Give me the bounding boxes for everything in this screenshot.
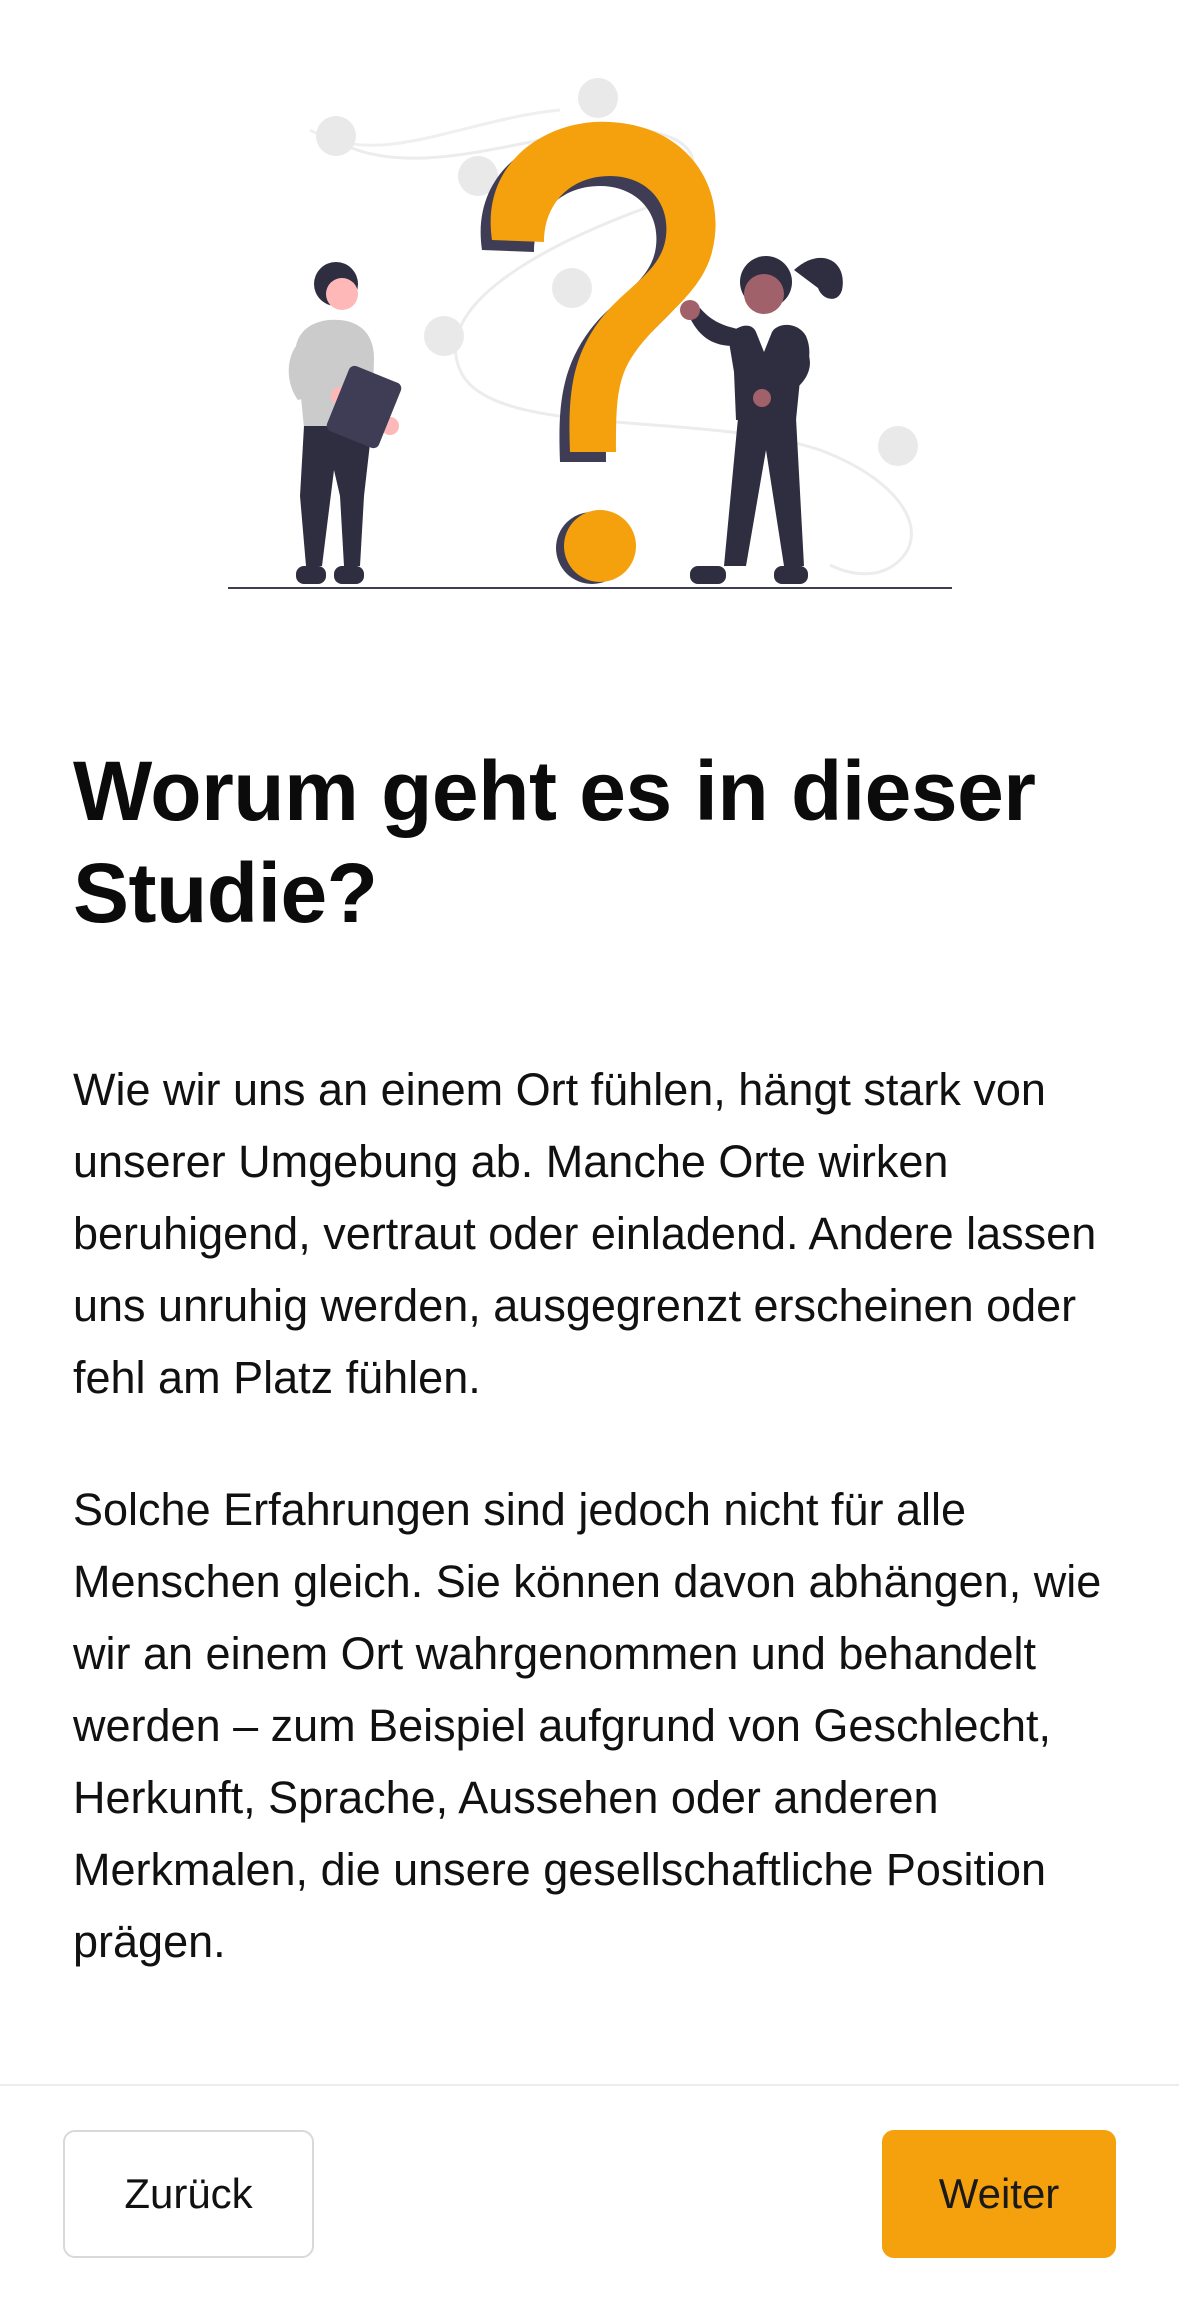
main-content: Worum geht es in dieser Studie? Wie wir … — [73, 740, 1113, 1978]
back-button[interactable]: Zurück — [63, 2130, 314, 2258]
person-right — [680, 256, 843, 584]
detail-paragraph: Solche Erfahrungen sind jedoch nicht für… — [73, 1484, 1102, 1967]
next-button-label: Weiter — [938, 2170, 1060, 2217]
question-illustration-icon — [228, 78, 952, 589]
page-title: Worum geht es in dieser Studie? — [73, 744, 1036, 940]
next-button[interactable]: Weiter — [882, 2130, 1116, 2258]
person-left — [288, 262, 402, 584]
back-button-label: Zurück — [124, 2170, 253, 2217]
intro-paragraph: Wie wir uns an einem Ort fühlen, hängt s… — [73, 1064, 1097, 1403]
footer-navigation: Zurück Weiter — [0, 2084, 1179, 2306]
hero-illustration — [0, 0, 1179, 620]
